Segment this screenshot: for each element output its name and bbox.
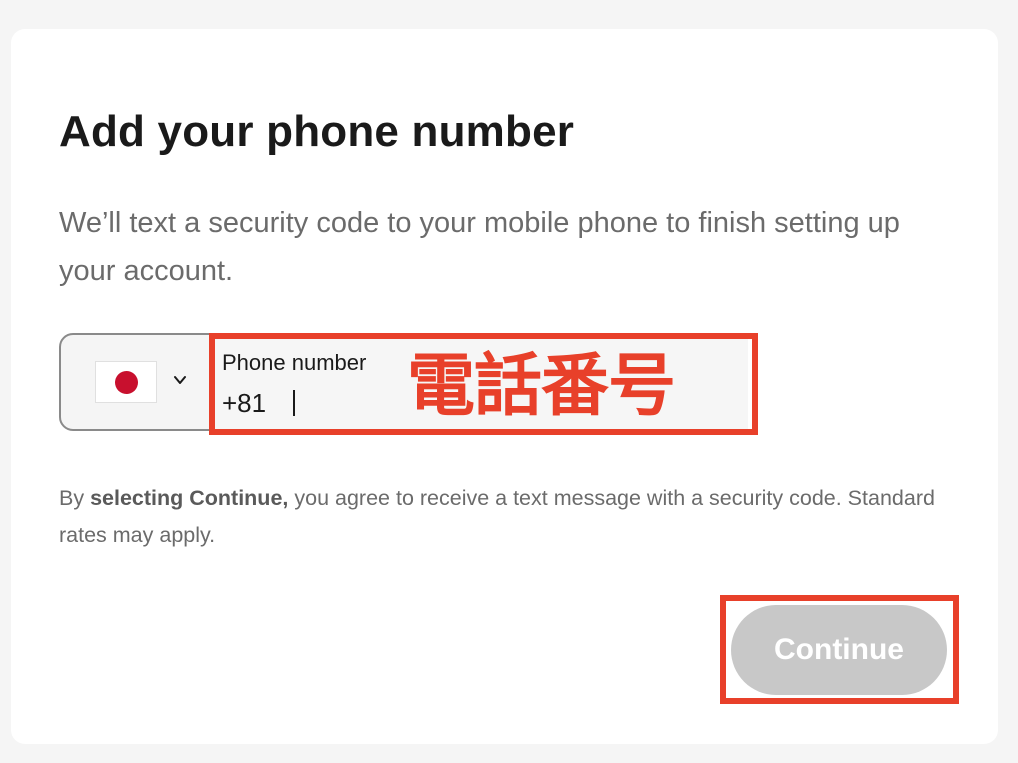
japan-flag-icon: [95, 361, 157, 403]
phone-field-highlight: [209, 333, 758, 435]
phone-setup-card: Add your phone number We’ll text a secur…: [11, 29, 998, 744]
consent-bold: selecting Continue,: [90, 486, 289, 510]
page-subtitle: We’ll text a security code to your mobil…: [59, 207, 900, 287]
consent-text: By selecting Continue, you agree to rece…: [59, 480, 939, 554]
chevron-down-icon: [174, 376, 186, 384]
consent-prefix: By: [59, 486, 91, 510]
flag-disc: [115, 371, 138, 394]
continue-button-highlight: [720, 595, 959, 704]
page-title: Add your phone number: [59, 107, 575, 156]
